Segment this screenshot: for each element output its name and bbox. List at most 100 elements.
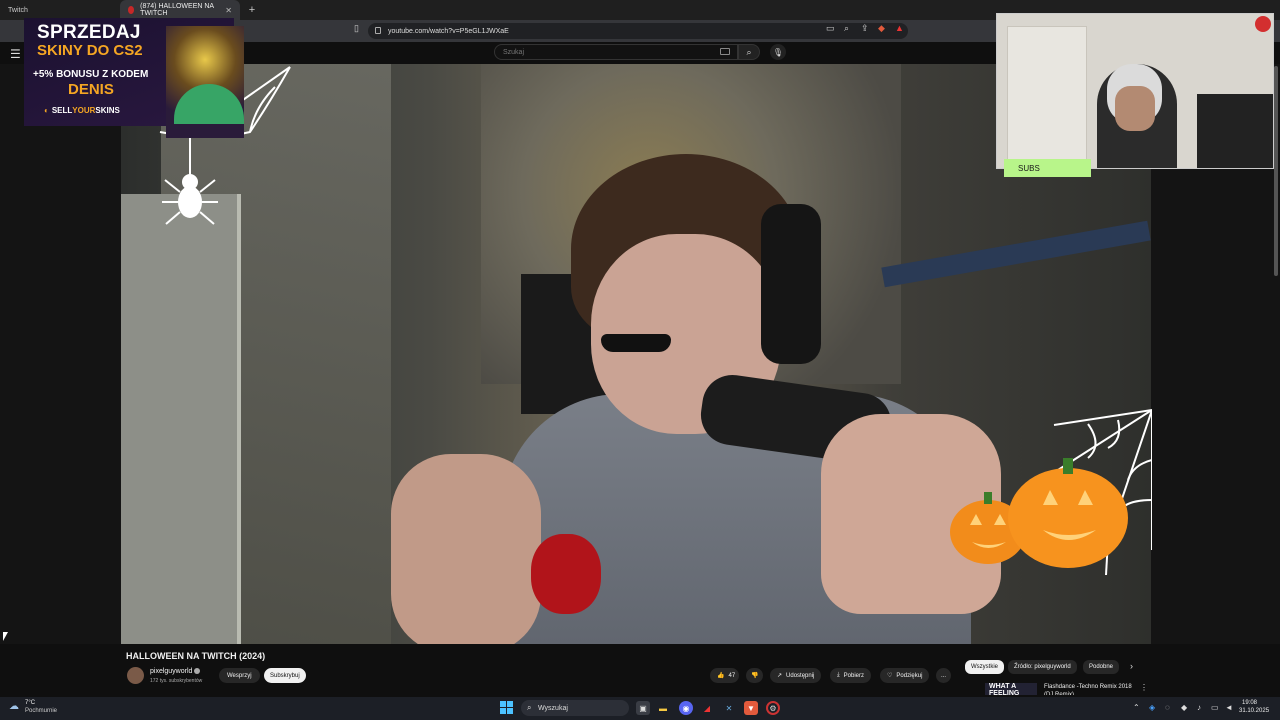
more-actions-button[interactable]: ... — [936, 668, 952, 683]
recommended-thumbnail[interactable]: WHAT A FEELING — [985, 683, 1037, 697]
more-icon: ... — [941, 672, 947, 679]
search-button[interactable]: ⌕ — [738, 44, 760, 60]
brave-shield-icon[interactable]: ◆ — [878, 23, 885, 34]
voice-search-button[interactable]: 🎙 — [770, 44, 786, 60]
tab-twitch[interactable]: Twitch — [0, 0, 120, 20]
weather-temperature[interactable]: 7°C — [25, 700, 35, 706]
webcam-face — [1115, 86, 1155, 131]
verified-icon — [194, 668, 201, 675]
url-text: youtube.com/watch?v=P5eGL1JWXaE — [388, 27, 509, 35]
promo-code: DENIS — [68, 81, 114, 98]
tray-icon-2[interactable]: ◌ — [1165, 703, 1170, 712]
brand-suffix: SKINS — [95, 106, 120, 115]
chip-source[interactable]: Źródło: pixelguyworld — [1008, 660, 1077, 674]
brand-prefix: SELL — [51, 106, 73, 115]
like-button[interactable]: 👍 47 — [710, 668, 740, 683]
webcam-setup — [1197, 94, 1273, 168]
subscribe-button[interactable]: Subskrybuj — [264, 668, 306, 683]
network-icon[interactable]: ▭ — [1211, 703, 1219, 712]
video-title: HALLOWEEN NA TWITCH (2024) — [126, 651, 266, 661]
brave-browser-icon[interactable]: ▼ — [744, 701, 758, 715]
tray-icon-3[interactable]: ◆ — [1181, 703, 1187, 712]
settings-gear-icon[interactable]: ⚙ — [766, 701, 780, 715]
search-input[interactable]: Szukaj — [494, 44, 738, 60]
recommended-title[interactable]: Flashdance -Techno Remix 2018 (DJ Remix) — [1044, 683, 1134, 695]
search-icon: ⌕ — [746, 46, 752, 57]
channel-subscribers: 172 tys. subskrybentów — [150, 678, 203, 684]
page-scrollbar[interactable] — [1274, 66, 1278, 276]
clock-time[interactable]: 19:08 — [1242, 700, 1257, 706]
weather-description[interactable]: Pochmurnie — [25, 708, 57, 714]
pumpkins-icon — [950, 458, 1128, 568]
bookmark-icon[interactable]: ▯ — [354, 23, 359, 34]
chip-related[interactable]: Podobne — [1083, 660, 1120, 674]
thanks-label: Podziękuj — [896, 672, 923, 679]
keyboard-icon[interactable] — [720, 48, 730, 55]
youtube-favicon-icon — [128, 6, 135, 14]
dislike-button[interactable]: 👎 — [746, 668, 764, 683]
volume-icon[interactable]: ◄ — [1225, 703, 1233, 712]
share-label: Udostępnij — [786, 672, 815, 679]
brand-mid: YOUR — [72, 106, 96, 115]
channel-name-text: pixelguyworld — [150, 668, 193, 675]
file-explorer-icon[interactable]: ▬ — [656, 701, 670, 715]
channel-avatar[interactable] — [127, 667, 144, 684]
webcam-overlay — [996, 13, 1274, 169]
subs-label: SUBS — [1004, 159, 1091, 177]
promo-line2: SKINY DO CS2 — [37, 42, 143, 59]
thanks-icon: ♡ — [887, 673, 893, 679]
red-app-icon[interactable]: ◢ — [700, 701, 714, 715]
download-label: Pobierz — [843, 672, 864, 679]
door — [121, 194, 241, 644]
like-count: 47 — [728, 672, 736, 679]
chip-all[interactable]: Wszystkie — [965, 660, 1004, 674]
task-view-icon[interactable]: ▣ — [636, 701, 650, 715]
screen: Twitch (874) HALLOWEEN NA TWITCH ✕ + ▯ y… — [0, 0, 1280, 720]
taskbar-search-label: Wyszukaj — [538, 704, 568, 712]
mouse-cursor-icon — [3, 632, 8, 641]
mic-tray-icon[interactable]: ♪ — [1197, 703, 1201, 712]
taskbar-search[interactable]: ⌕ Wyszukaj — [521, 700, 629, 716]
channel-name[interactable]: pixelguyworld — [150, 668, 201, 675]
recommended-more-icon[interactable]: ⋮ — [1140, 683, 1148, 692]
mic-arm — [881, 220, 1151, 288]
hamburger-menu-icon[interactable]: ☰ — [10, 47, 21, 61]
new-tab-button[interactable]: + — [244, 2, 260, 18]
reader-icon[interactable]: ▭ — [826, 23, 835, 34]
webcam-door — [1007, 26, 1087, 166]
close-tab-icon[interactable]: ✕ — [225, 6, 232, 15]
chevron-right-icon[interactable]: › — [1130, 661, 1133, 671]
promo-line1: SPRZEDAJ — [37, 22, 141, 43]
start-button[interactable] — [500, 701, 513, 714]
record-icon — [1255, 16, 1271, 32]
arm — [391, 454, 541, 644]
rewards-icon[interactable]: ▲ — [895, 23, 904, 33]
search-icon: ⌕ — [527, 703, 532, 712]
tray-app-icon[interactable]: ◈ — [1149, 703, 1155, 712]
clock-date[interactable]: 31.10.2025 — [1239, 708, 1269, 714]
zoom-icon[interactable]: ⌕ — [844, 23, 849, 34]
lock-icon — [375, 27, 381, 34]
headphone — [761, 204, 821, 364]
mic-icon: 🎙 — [772, 47, 784, 57]
download-icon: ⤓ — [837, 672, 840, 678]
rose — [531, 534, 601, 614]
thanks-button[interactable]: ♡ Podziękuj — [880, 668, 930, 683]
share-icon[interactable]: ⇪ — [861, 23, 869, 34]
share-button[interactable]: ↗ Udostępnij — [770, 668, 822, 683]
tab-label: Twitch — [8, 6, 28, 14]
discord-icon[interactable]: ◉ — [679, 701, 693, 715]
share-arrow-icon: ↗ — [777, 673, 783, 679]
thumbs-down-icon: 👎 — [751, 673, 759, 679]
tab-youtube[interactable]: (874) HALLOWEEN NA TWITCH ✕ — [120, 0, 240, 20]
mustache — [601, 334, 671, 352]
cloud-icon[interactable]: ☁ — [9, 701, 19, 712]
thumbs-up-icon: 👍 — [717, 673, 725, 679]
tab-label: (874) HALLOWEEN NA TWITCH — [140, 3, 214, 17]
app-icon[interactable]: ✕ — [722, 701, 736, 715]
support-button[interactable]: Wesprzyj — [219, 668, 260, 683]
promo-banner: SPRZEDAJ SKINY DO CS2 +5% BONUSU Z KODEM… — [24, 18, 244, 138]
tray-chevron-icon[interactable]: ⌃ — [1133, 703, 1140, 712]
promo-line3: +5% BONUSU Z KODEM — [33, 69, 149, 80]
download-button[interactable]: ⤓ Pobierz — [830, 668, 871, 683]
